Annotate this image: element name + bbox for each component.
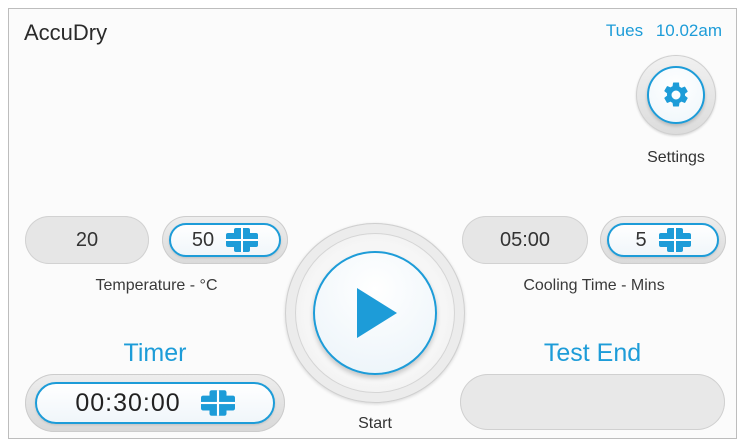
clock-time: 10.02am [655,21,722,40]
app-screen: AccuDry Tues 10.02am Settings 20 50 Temp… [8,8,737,439]
settings-button-face[interactable] [647,66,705,124]
settings-label: Settings [647,149,705,166]
keypad-icon [658,228,691,252]
temperature-setpoint-value: 50 [191,228,215,251]
cooling-caption: Cooling Time - Mins [523,277,665,294]
temperature-current: 20 [25,216,149,264]
keypad-icon [200,390,235,416]
gear-icon [664,82,688,107]
start-button-ring[interactable] [285,223,465,403]
cooling-current-value: 05:00 [499,228,551,251]
cooling-current: 05:00 [462,216,588,264]
cooling-setpoint-stepper[interactable]: 5 [600,216,726,264]
temperature-setpoint-button[interactable]: 50 [169,223,281,257]
settings-button[interactable] [636,55,716,135]
timer-value: 00:30:00 [75,388,181,417]
clock: Tues 10.02am [606,21,722,41]
timer-field[interactable]: 00:30:00 [25,374,285,432]
test-end-field [460,374,725,430]
app-title: AccuDry [24,20,108,45]
keypad-icon [226,228,259,252]
temperature-setpoint-stepper[interactable]: 50 [162,216,288,264]
start-label: Start [358,415,392,432]
temperature-caption: Temperature - °C [95,277,218,294]
play-icon [357,288,397,338]
cooling-setpoint-button[interactable]: 5 [607,223,719,257]
temperature-current-value: 20 [75,228,99,251]
start-button[interactable] [313,251,437,375]
cooling-setpoint-value: 5 [635,228,647,251]
clock-day: Tues [605,21,644,40]
test-end-title: Test End [543,339,642,367]
timer-title: Timer [123,339,187,367]
timer-button[interactable]: 00:30:00 [35,382,275,424]
